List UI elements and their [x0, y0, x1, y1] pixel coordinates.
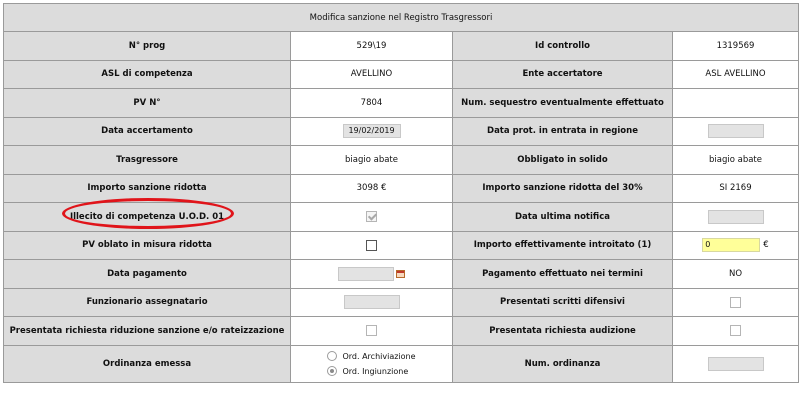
label-pv-oblato: PV oblato in misura ridotta: [3, 230, 291, 260]
pv-oblato-checkbox[interactable]: [366, 239, 377, 251]
cell-ordinanza-emessa: Ord. Archiviazione Ord. Ingiunzione: [290, 344, 453, 383]
radio-archiviazione-label: Ord. Archiviazione: [342, 351, 416, 361]
label-obbligato-solido: Obbligato in solido: [452, 145, 673, 175]
label-data-pagamento: Data pagamento: [3, 259, 291, 289]
value-n-prog: 529\19: [290, 31, 453, 61]
euro-unit: €: [763, 240, 769, 251]
label-num-ordinanza: Num. ordinanza: [452, 344, 673, 383]
radio-ingiunzione-label: Ord. Ingiunzione: [342, 366, 409, 376]
cell-richiesta-audizione: [672, 316, 799, 346]
registro-trasgressori-form: Modifica sanzione nel Registro Trasgress…: [3, 3, 799, 383]
cell-data-prot-entrata: [672, 116, 799, 146]
label-illecito-competenza: Illecito di competenza U.O.D. 01: [3, 202, 291, 232]
value-obbligato-solido: biagio abate: [672, 145, 799, 175]
label-data-prot-entrata: Data prot. in entrata in regione: [452, 116, 673, 146]
cell-num-ordinanza: [672, 344, 799, 383]
label-ente-accertatore: Ente accertatore: [452, 59, 673, 89]
data-ultima-notifica-input[interactable]: [707, 209, 764, 224]
label-richiesta-audizione: Presentata richiesta audizione: [452, 316, 673, 346]
calendar-icon[interactable]: [396, 269, 405, 278]
value-asl-competenza: AVELLINO: [290, 59, 453, 89]
value-num-sequestro: [672, 88, 799, 118]
ordinanza-radio-group: Ord. Archiviazione Ord. Ingiunzione: [327, 349, 416, 379]
form-title: Modifica sanzione nel Registro Trasgress…: [3, 3, 799, 32]
cell-scritti-difensivi: [672, 287, 799, 317]
label-importo-introitato: Importo effettivamente introitato (1): [452, 230, 673, 260]
value-pv-n: 7804: [290, 88, 453, 118]
richiesta-riduzione-checkbox[interactable]: [366, 325, 377, 337]
data-prot-entrata-input[interactable]: [707, 124, 764, 139]
radio-ord-archiviazione[interactable]: Ord. Archiviazione: [327, 349, 416, 364]
value-pagamento-termini: NO: [672, 259, 799, 289]
label-funzionario-assegnatario: Funzionario assegnatario: [3, 287, 291, 317]
cell-illecito-competenza: [290, 202, 453, 232]
label-data-accertamento: Data accertamento: [3, 116, 291, 146]
radio-ord-ingiunzione[interactable]: Ord. Ingiunzione: [327, 364, 415, 379]
cell-richiesta-riduzione: [290, 316, 453, 346]
cell-data-pagamento: [290, 259, 453, 289]
label-richiesta-riduzione: Presentata richiesta riduzione sanzione …: [3, 316, 291, 346]
radio-ingiunzione-icon[interactable]: [327, 366, 338, 376]
importo-introitato-input[interactable]: 0: [702, 238, 761, 253]
label-asl-competenza: ASL di competenza: [3, 59, 291, 89]
value-importo-sanzione-ridotta: 3098 €: [290, 173, 453, 203]
label-importo-ridotta-30: Importo sanzione ridotta del 30%: [452, 173, 673, 203]
scritti-difensivi-checkbox[interactable]: [730, 296, 741, 308]
cell-pv-oblato: [290, 230, 453, 260]
funzionario-assegnatario-input[interactable]: [343, 295, 400, 310]
label-id-controllo: Id controllo: [452, 31, 673, 61]
cell-importo-introitato: 0 €: [672, 230, 799, 260]
data-pagamento-input[interactable]: [338, 266, 394, 281]
cell-funzionario-assegnatario: [290, 287, 453, 317]
value-importo-ridotta-30: SI 2169: [672, 173, 799, 203]
cell-data-accertamento: 19/02/2019: [290, 116, 453, 146]
data-accertamento-input[interactable]: 19/02/2019: [342, 124, 401, 139]
label-num-sequestro: Num. sequestro eventualmente effettuato: [452, 88, 673, 118]
label-ordinanza-emessa: Ordinanza emessa: [3, 344, 291, 383]
label-pagamento-termini: Pagamento effettuato nei termini: [452, 259, 673, 289]
label-importo-sanzione-ridotta: Importo sanzione ridotta: [3, 173, 291, 203]
label-n-prog: N° prog: [3, 31, 291, 61]
value-ente-accertatore: ASL AVELLINO: [672, 59, 799, 89]
num-ordinanza-input[interactable]: [707, 356, 764, 371]
label-data-ultima-notifica: Data ultima notifica: [452, 202, 673, 232]
label-scritti-difensivi: Presentati scritti difensivi: [452, 287, 673, 317]
label-pv-n: PV N°: [3, 88, 291, 118]
radio-archiviazione-icon[interactable]: [327, 351, 338, 361]
label-trasgressore: Trasgressore: [3, 145, 291, 175]
richiesta-audizione-checkbox[interactable]: [730, 325, 741, 337]
cell-data-ultima-notifica: [672, 202, 799, 232]
value-trasgressore: biagio abate: [290, 145, 453, 175]
illecito-competenza-checkbox[interactable]: [366, 211, 377, 223]
value-id-controllo: 1319569: [672, 31, 799, 61]
